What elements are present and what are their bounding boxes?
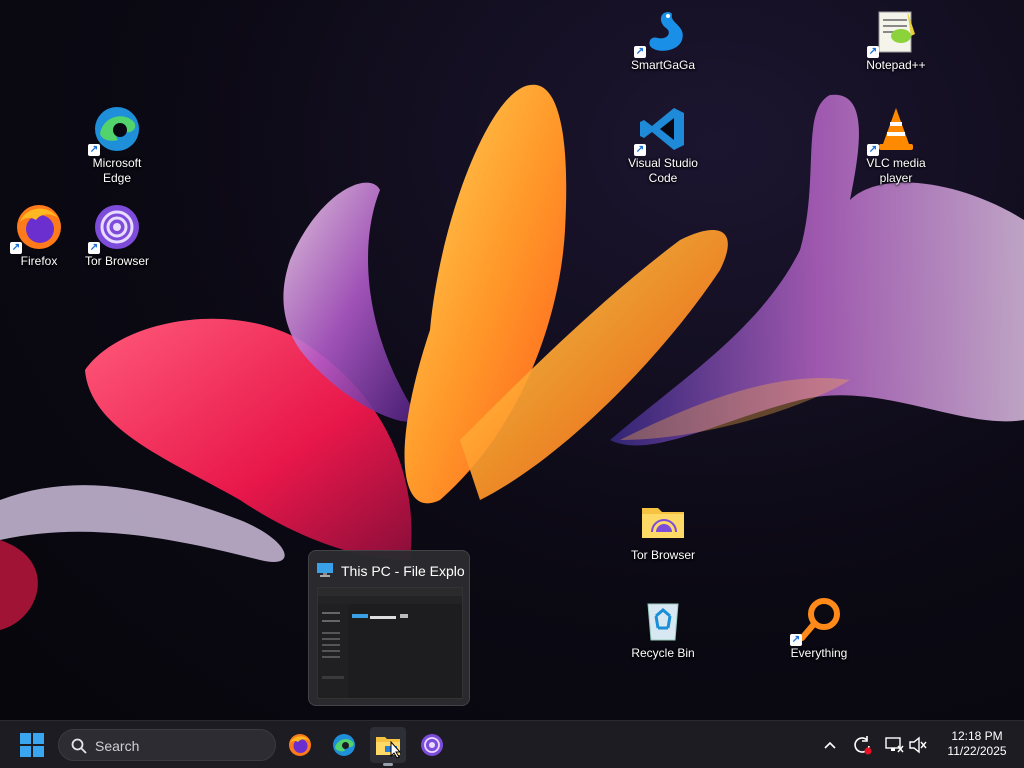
taskbar-search-box[interactable]: Search [58,729,276,761]
network-icon [885,737,904,753]
desktop-icon-label: Microsoft Edge [92,156,142,185]
desktop-icon-label: SmartGaGa [630,58,696,72]
recycle-bin-icon [638,594,688,644]
sync-alert-icon [854,736,872,755]
desktop-icon-label: Tor Browser [84,254,149,268]
desktop-icon-label: Tor Browser [630,548,695,562]
windows-logo-icon [20,733,44,757]
taskbar-edge-button[interactable] [326,727,362,763]
shortcut-arrow-icon: ↗ [10,242,22,254]
desktop-icon-label: Visual Studio Code [628,156,698,185]
everything-magnifier-icon: ↗ [790,594,844,646]
vlc-cone-icon: ↗ [867,104,921,156]
desktop-icon-vlc[interactable]: ↗ VLC media player [856,104,936,186]
preview-window-snapshot [317,587,463,699]
taskbar-tor-browser-button[interactable] [414,727,450,763]
clock-time: 12:18 PM [951,729,1003,743]
desktop-icon-label: Firefox [20,254,58,268]
desktop-icon-visual-studio-code[interactable]: ↗ Visual Studio Code [623,104,703,186]
taskbar: Search 12:18 PM 11/22/2025 [0,720,1024,768]
desktop-icon-notepadpp[interactable]: ↗ Notepad++ [856,6,936,73]
desktop-icon-recycle-bin[interactable]: Recycle Bin [623,594,703,661]
preview-title: This PC - File Explo... [341,563,466,579]
system-clock[interactable]: 12:18 PM 11/22/2025 [940,729,1014,759]
desktop-icon-smartgaga[interactable]: ↗ SmartGaGa [623,6,703,73]
desktop-icon-tor-browser-folder[interactable]: Tor Browser [623,496,703,563]
desktop-icon-label: Everything [790,646,848,660]
tor-browser-icon: ↗ [88,202,142,254]
search-placeholder: Search [95,738,140,754]
shortcut-arrow-icon: ↗ [88,144,100,156]
volume-muted-icon [909,736,927,754]
firefox-icon: ↗ [10,202,64,254]
search-icon [71,738,87,754]
file-explorer-thumbnail-preview[interactable]: This PC - File Explo... [308,550,470,706]
desktop-icon-label: Recycle Bin [631,646,695,660]
clock-date: 11/22/2025 [947,744,1007,758]
running-indicator [383,763,393,766]
taskbar-firefox-button[interactable] [282,727,318,763]
desktop-icon-tor-browser[interactable]: ↗ Tor Browser [77,202,157,269]
tor-browser-icon [421,734,443,756]
tray-sync-button[interactable] [850,733,874,757]
edge-icon: ↗ [88,104,142,156]
shortcut-arrow-icon: ↗ [790,634,802,646]
desktop-icon-label: Notepad++ [866,58,926,72]
edge-icon [333,734,355,756]
firefox-icon [289,734,311,756]
desktop-icon-microsoft-edge[interactable]: ↗ Microsoft Edge [77,104,157,186]
desktop-icon-firefox[interactable]: ↗ Firefox [0,202,79,269]
shortcut-arrow-icon: ↗ [88,242,100,254]
vscode-icon: ↗ [634,104,688,156]
chevron-up-icon [824,741,836,749]
tray-volume-button[interactable] [906,733,930,757]
desktop-icon-everything[interactable]: ↗ Everything [779,594,859,661]
shortcut-arrow-icon: ↗ [634,144,646,156]
show-hidden-icons-button[interactable] [818,733,842,757]
shortcut-arrow-icon: ↗ [634,46,646,58]
smartgaga-swan-icon: ↗ [634,6,688,58]
notepadpp-icon: ↗ [867,6,921,58]
tray-network-button[interactable] [882,733,906,757]
mouse-pointer-icon [390,741,402,759]
shortcut-arrow-icon: ↗ [867,46,879,58]
folder-icon [638,496,688,546]
desktop-icon-label: VLC media player [866,156,926,185]
this-pc-icon [317,563,333,577]
start-button[interactable] [14,727,50,763]
shortcut-arrow-icon: ↗ [867,144,879,156]
